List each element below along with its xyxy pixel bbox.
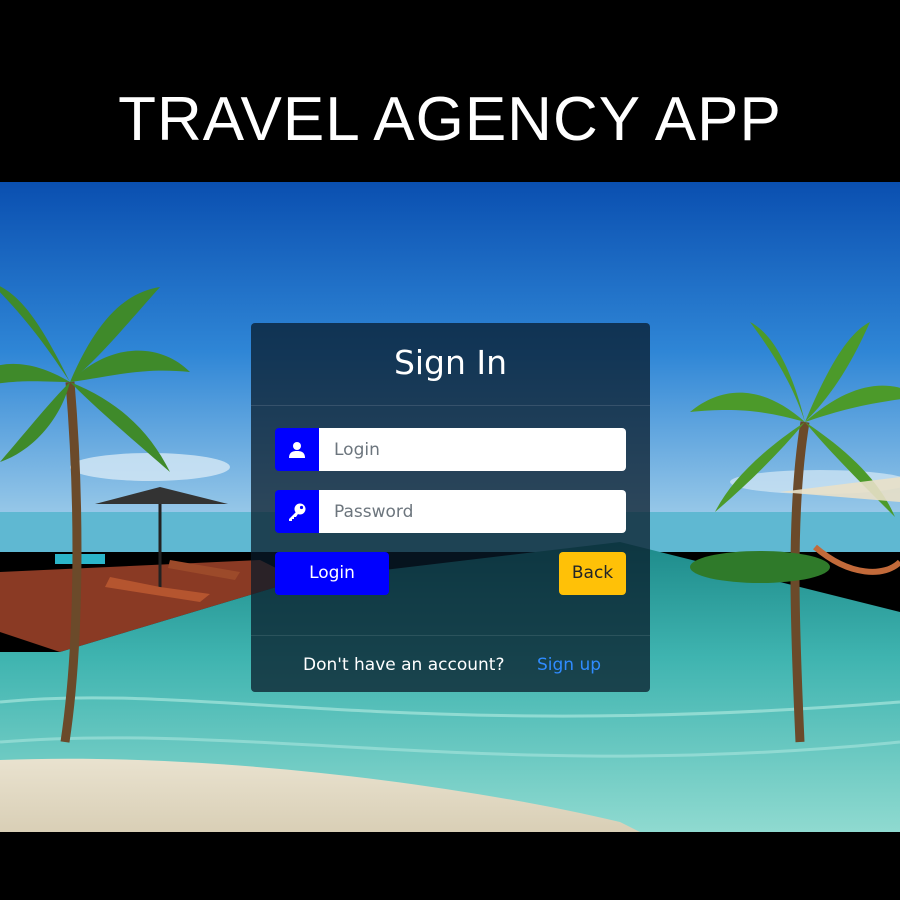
back-button[interactable]: Back	[559, 552, 626, 595]
user-icon-glyph	[289, 441, 305, 458]
card-header: Sign In	[251, 323, 650, 406]
password-input[interactable]	[319, 490, 626, 533]
key-icon-glyph	[289, 503, 306, 521]
no-account-text: Don't have an account?	[303, 655, 505, 675]
login-button[interactable]: Login	[275, 552, 389, 595]
login-input-group	[275, 428, 626, 471]
sign-in-card: Sign In Login Back	[251, 323, 650, 692]
app-title: TRAVEL AGENCY APP	[118, 85, 782, 154]
password-input-group	[275, 490, 626, 533]
key-icon	[275, 490, 319, 533]
app-frame: TRAVEL AGENCY APP Sign In Login Login Ba…	[0, 0, 900, 900]
login-input[interactable]	[319, 428, 626, 471]
sign-up-link[interactable]: Sign up	[537, 653, 601, 677]
sign-in-title: Sign In	[393, 343, 508, 382]
card-footer: Don't have an account? Sign up	[251, 635, 650, 693]
user-icon	[275, 428, 319, 471]
